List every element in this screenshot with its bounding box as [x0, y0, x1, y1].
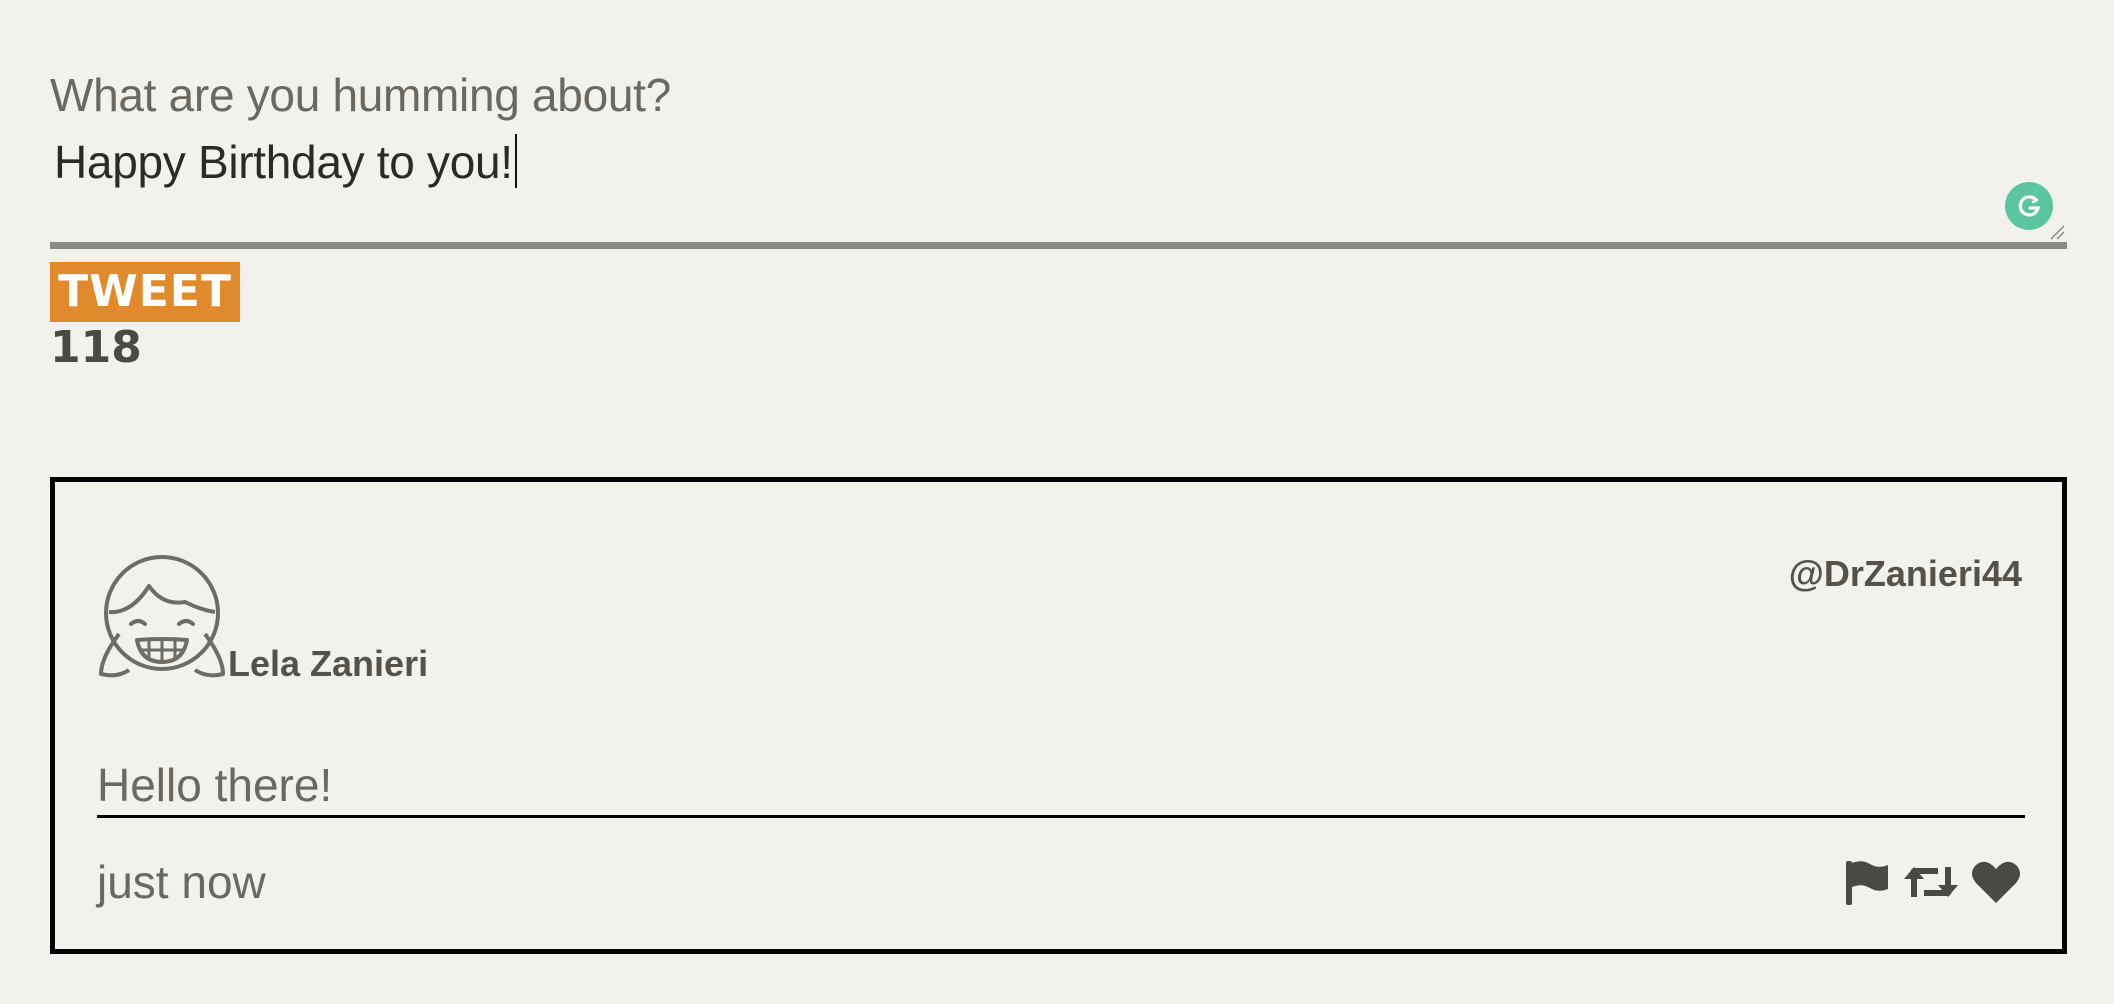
tweet-timestamp: just now	[97, 856, 266, 908]
tweet-textarea[interactable]: Happy Birthday to you!	[50, 130, 2067, 249]
resize-handle-icon[interactable]	[2049, 224, 2065, 240]
tweet-textarea-value[interactable]: Happy Birthday to you!	[54, 132, 517, 192]
text-caret	[514, 134, 517, 188]
tweet-card: Lela Zanieri @DrZanieri44 Hello there! j…	[50, 477, 2067, 954]
avatar-icon	[99, 555, 225, 678]
tweet-text: Hello there!	[97, 757, 2025, 818]
retweet-icon[interactable]	[1902, 857, 1960, 907]
grammarly-icon[interactable]	[2005, 182, 2053, 230]
page: What are you humming about? Happy Birthd…	[0, 0, 2114, 1004]
composer-label: What are you humming about?	[50, 69, 671, 121]
tweet-actions	[1842, 854, 2022, 910]
heart-icon[interactable]	[1970, 857, 2022, 907]
flag-icon[interactable]	[1842, 857, 1892, 907]
user-handle[interactable]: @DrZanieri44	[1789, 552, 2022, 596]
display-name[interactable]: Lela Zanieri	[228, 642, 428, 686]
character-count: 118	[50, 322, 142, 373]
tweet-button[interactable]: TWEET	[50, 262, 240, 322]
tweet-composer: What are you humming about? Happy Birthd…	[50, 60, 2067, 249]
